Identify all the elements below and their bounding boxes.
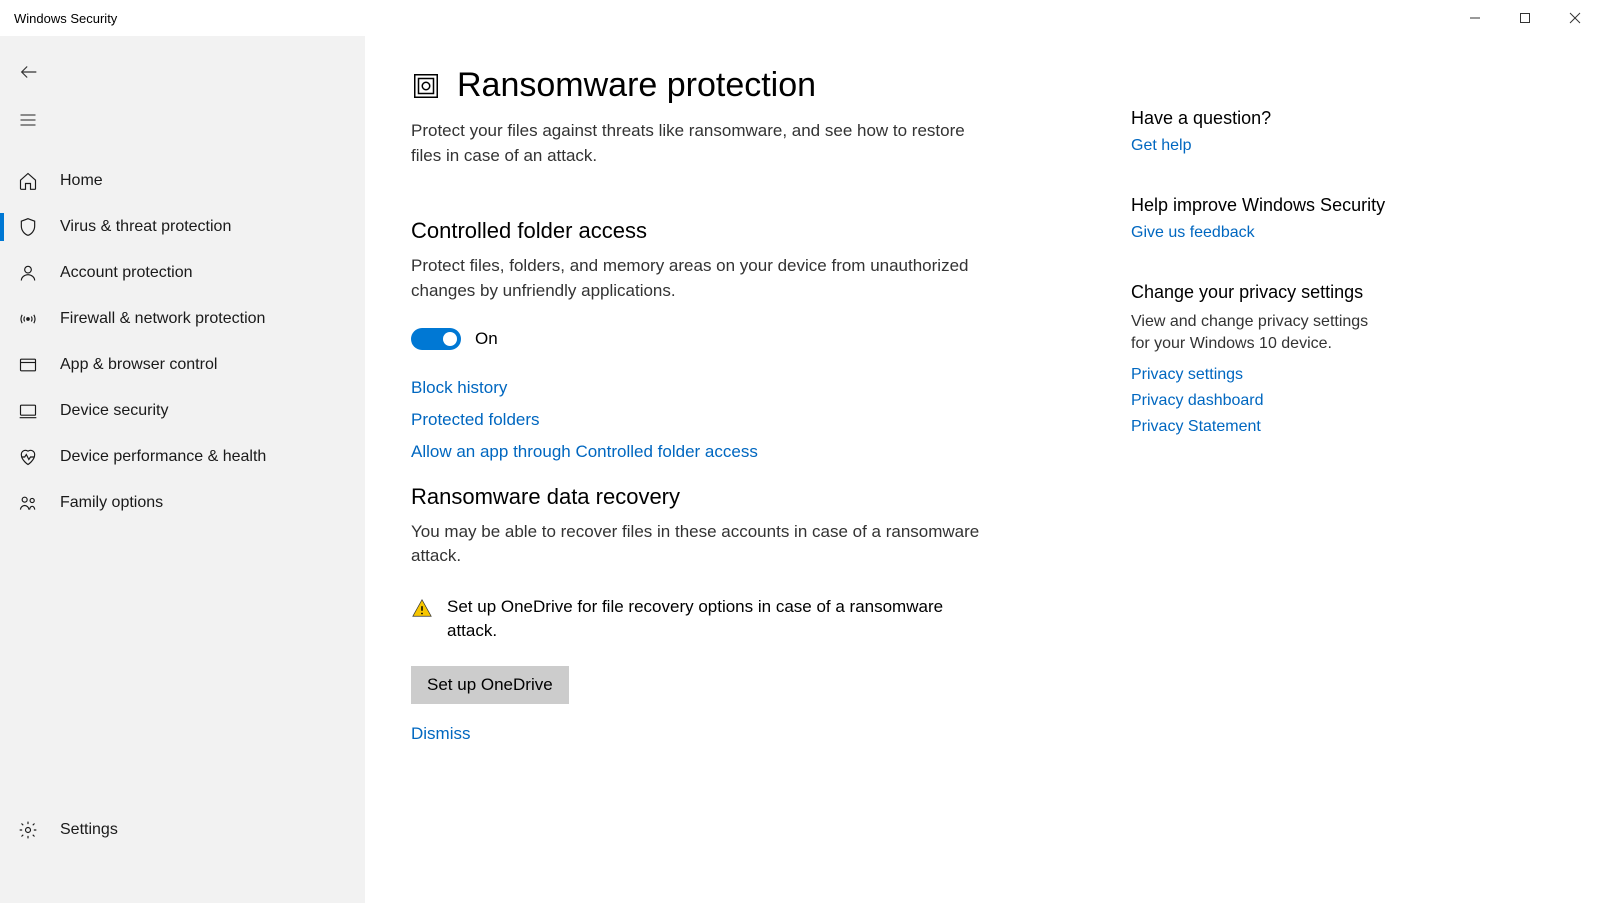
gear-icon bbox=[18, 820, 38, 840]
sidebar-item-label: Home bbox=[60, 172, 103, 190]
link-privacy-settings[interactable]: Privacy settings bbox=[1131, 366, 1243, 384]
aside-privacy-desc: View and change privacy settings for you… bbox=[1131, 311, 1391, 356]
page-title: Ransomware protection bbox=[457, 66, 816, 105]
link-allow-app[interactable]: Allow an app through Controlled folder a… bbox=[411, 442, 758, 462]
minimize-button[interactable] bbox=[1450, 0, 1500, 36]
ransomware-icon bbox=[411, 71, 441, 101]
cfa-toggle[interactable] bbox=[411, 328, 461, 350]
hamburger-button[interactable] bbox=[0, 96, 56, 144]
link-block-history[interactable]: Block history bbox=[411, 378, 507, 398]
recovery-description: You may be able to recover files in thes… bbox=[411, 520, 981, 569]
sidebar-item-label: Family options bbox=[60, 494, 163, 512]
window-title: Windows Security bbox=[14, 11, 117, 26]
cfa-title: Controlled folder access bbox=[411, 218, 1071, 244]
sidebar-item-label: Settings bbox=[60, 821, 118, 839]
titlebar: Windows Security bbox=[0, 0, 1600, 36]
sidebar-item-firewall[interactable]: Firewall & network protection bbox=[0, 296, 365, 342]
recovery-title: Ransomware data recovery bbox=[411, 484, 1071, 510]
heart-icon bbox=[18, 447, 38, 467]
sidebar-item-home[interactable]: Home bbox=[0, 158, 365, 204]
sidebar-item-label: Virus & threat protection bbox=[60, 218, 231, 236]
link-privacy-dashboard[interactable]: Privacy dashboard bbox=[1131, 392, 1264, 410]
person-icon bbox=[18, 263, 38, 283]
setup-onedrive-button[interactable]: Set up OneDrive bbox=[411, 666, 569, 704]
dismiss-link[interactable]: Dismiss bbox=[411, 724, 471, 744]
sidebar-item-label: Firewall & network protection bbox=[60, 310, 265, 328]
aside-improve-title: Help improve Windows Security bbox=[1131, 195, 1431, 216]
page-description: Protect your files against threats like … bbox=[411, 119, 971, 168]
link-feedback[interactable]: Give us feedback bbox=[1131, 224, 1255, 242]
link-protected-folders[interactable]: Protected folders bbox=[411, 410, 540, 430]
sidebar-item-device-security[interactable]: Device security bbox=[0, 388, 365, 434]
main-content: Ransomware protection Protect your files… bbox=[365, 36, 1600, 903]
link-privacy-statement[interactable]: Privacy Statement bbox=[1131, 418, 1261, 436]
family-icon bbox=[18, 493, 38, 513]
sidebar-item-label: Account protection bbox=[60, 264, 193, 282]
cfa-description: Protect files, folders, and memory areas… bbox=[411, 254, 981, 303]
window-controls bbox=[1450, 0, 1600, 36]
onedrive-notice: Set up OneDrive for file recovery option… bbox=[447, 595, 967, 644]
cfa-toggle-label: On bbox=[475, 329, 498, 349]
device-icon bbox=[18, 401, 38, 421]
app-icon bbox=[18, 355, 38, 375]
back-button[interactable] bbox=[0, 48, 56, 96]
sidebar-item-virus[interactable]: Virus & threat protection bbox=[0, 204, 365, 250]
sidebar: Home Virus & threat protection Account p… bbox=[0, 36, 365, 903]
sidebar-item-label: Device performance & health bbox=[60, 448, 266, 466]
sidebar-item-settings[interactable]: Settings bbox=[0, 807, 365, 853]
close-button[interactable] bbox=[1550, 0, 1600, 36]
right-aside: Have a question? Get help Help improve W… bbox=[1071, 66, 1431, 903]
sidebar-item-label: Device security bbox=[60, 402, 168, 420]
sidebar-item-app-browser[interactable]: App & browser control bbox=[0, 342, 365, 388]
signal-icon bbox=[18, 309, 38, 329]
home-icon bbox=[18, 171, 38, 191]
aside-question-title: Have a question? bbox=[1131, 108, 1431, 129]
sidebar-item-family[interactable]: Family options bbox=[0, 480, 365, 526]
sidebar-item-performance[interactable]: Device performance & health bbox=[0, 434, 365, 480]
aside-privacy-title: Change your privacy settings bbox=[1131, 282, 1431, 303]
sidebar-item-account[interactable]: Account protection bbox=[0, 250, 365, 296]
link-get-help[interactable]: Get help bbox=[1131, 137, 1191, 155]
warning-icon bbox=[411, 597, 433, 619]
maximize-button[interactable] bbox=[1500, 0, 1550, 36]
sidebar-item-label: App & browser control bbox=[60, 356, 217, 374]
shield-icon bbox=[18, 217, 38, 237]
